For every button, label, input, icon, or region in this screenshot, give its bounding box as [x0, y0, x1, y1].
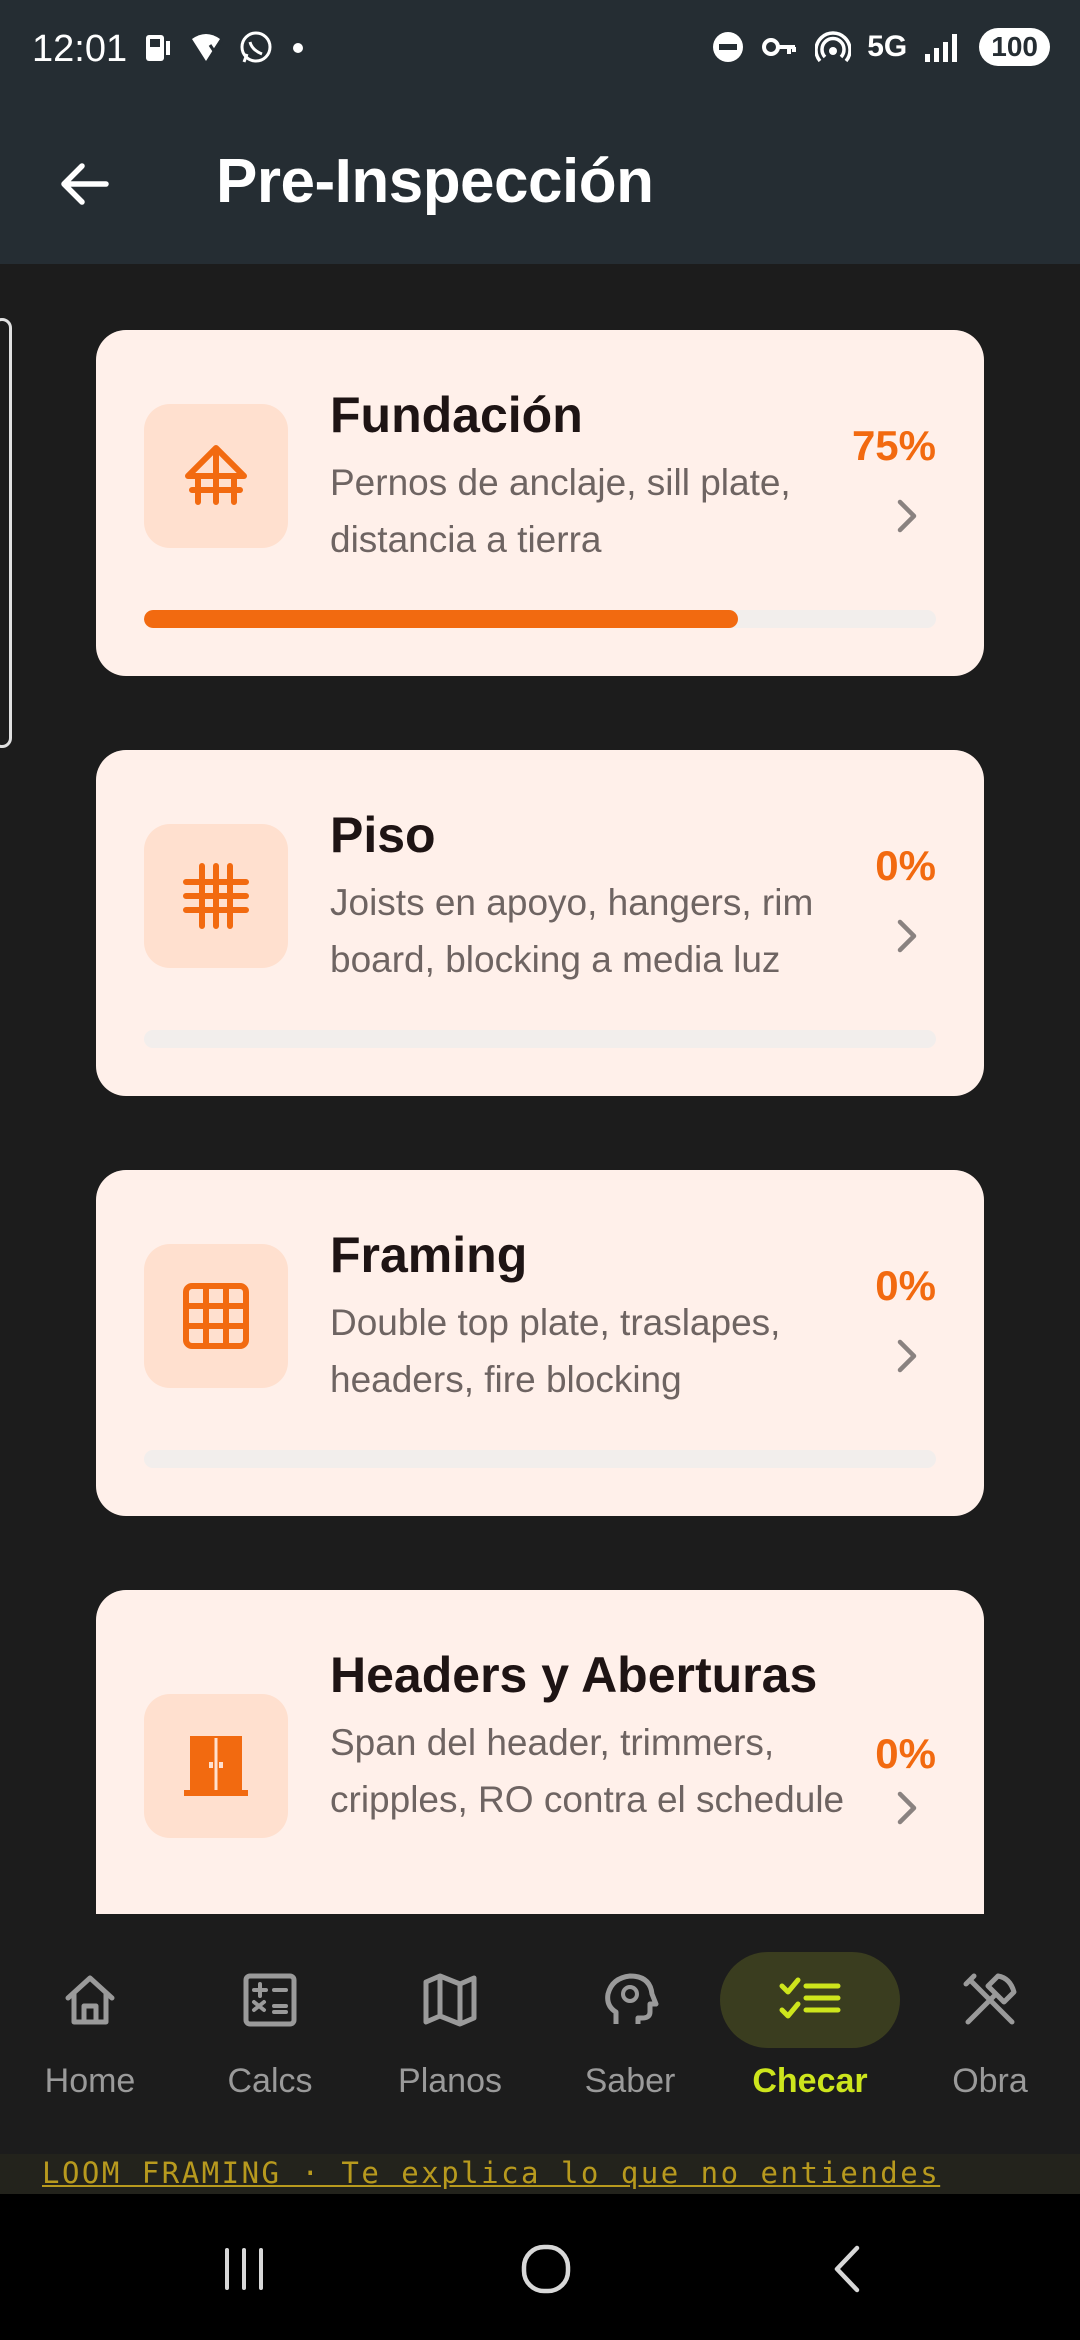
- card-description: Double top plate, traslapes, headers, fi…: [330, 1302, 781, 1400]
- nav-item-obra[interactable]: Obra: [900, 1952, 1080, 2122]
- card-description: Joists en apoyo, hangers, rim board, blo…: [330, 882, 814, 980]
- dot-icon: [293, 43, 303, 53]
- card-title: Piso: [330, 807, 436, 863]
- system-nav-bar: [0, 2194, 1080, 2340]
- whatsapp-icon: [240, 31, 272, 63]
- status-left-icons: [140, 30, 308, 66]
- nav-item-checar[interactable]: Checar: [720, 1952, 900, 2122]
- card-icon-box: [144, 1244, 288, 1388]
- nav-label: Home: [44, 2062, 136, 2100]
- card-icon-box: [144, 824, 288, 968]
- card-title: Headers y Aberturas: [330, 1647, 818, 1703]
- edge-panel-handle[interactable]: [0, 318, 12, 748]
- home-circle-icon: [521, 2244, 571, 2294]
- vpn-key-icon: [762, 38, 797, 56]
- nav-item-home[interactable]: Home: [0, 1952, 180, 2122]
- back-button[interactable]: [44, 144, 124, 224]
- status-right-icons: 5G 100: [711, 28, 1050, 66]
- progress-track: [144, 610, 936, 628]
- brain-icon: [605, 1973, 659, 2024]
- nav-item-planos[interactable]: Planos: [360, 1952, 540, 2122]
- card-percent: 75%: [851, 422, 936, 469]
- nav-label: Saber: [584, 2062, 676, 2100]
- home-system-button[interactable]: [506, 2234, 586, 2304]
- battery-indicator: 100: [979, 28, 1050, 66]
- progress-track: [144, 1030, 936, 1048]
- status-bar: 12:01 5G 100: [0, 0, 1080, 100]
- nav-label: Checar: [752, 2062, 868, 2100]
- network-label: 5G: [867, 30, 908, 63]
- nav-icon-wrap: [30, 1952, 150, 2048]
- inspection-card-framing[interactable]: Framing Double top plate, traslapes, hea…: [96, 1170, 984, 1516]
- dnd-icon: [713, 32, 744, 62]
- inspection-card-headers[interactable]: Headers y Aberturas Span del header, tri…: [96, 1590, 984, 1914]
- card-percent: 0%: [875, 1730, 936, 1777]
- tools-icon: [963, 1973, 1017, 2025]
- floor-grid-icon: [183, 863, 249, 929]
- back-system-button[interactable]: [808, 2234, 888, 2304]
- page-title: Pre-Inspección: [216, 147, 654, 216]
- home-icon: [65, 1975, 115, 2025]
- nav-item-calcs[interactable]: Calcs: [180, 1952, 360, 2122]
- marquee-text: LOOM FRAMING · Te explica lo que no enti…: [42, 2156, 941, 2190]
- nav-icon-wrap: [390, 1952, 510, 2048]
- hotspot-icon: [815, 31, 852, 63]
- nav-label: Calcs: [227, 2062, 313, 2100]
- card-title: Framing: [330, 1227, 528, 1283]
- nav-icon-wrap: [930, 1952, 1050, 2048]
- map-icon: [423, 1973, 477, 2027]
- nav-label: Obra: [952, 2062, 1028, 2100]
- foundation-icon: [185, 445, 247, 505]
- nav-label: Planos: [398, 2062, 502, 2100]
- door-icon: [184, 1736, 248, 1796]
- sim-icon: [146, 35, 170, 61]
- bottom-nav: Home Calcs Planos Saber Checar Obra: [0, 1914, 1080, 2154]
- marquee-banner[interactable]: LOOM FRAMING · Te explica lo que no enti…: [0, 2154, 1080, 2194]
- card-description: Span del header, trimmers, cripples, RO …: [330, 1722, 845, 1820]
- app-bar: Pre-Inspección: [0, 100, 1080, 264]
- status-time: 12:01: [32, 28, 128, 70]
- nav-icon-wrap: [210, 1952, 330, 2048]
- card-percent: 0%: [875, 842, 936, 889]
- checklist-icon: [779, 1977, 841, 2019]
- calculator-icon: [243, 1973, 297, 2027]
- chevron-right-icon: [897, 919, 917, 953]
- card-description: Pernos de anclaje, sill plate, distancia…: [330, 462, 791, 560]
- chevron-right-icon: [897, 499, 917, 533]
- inspection-card-piso[interactable]: Piso Joists en apoyo, hangers, rim board…: [96, 750, 984, 1096]
- card-icon-box: [144, 1694, 288, 1838]
- card-title: Fundación: [330, 387, 583, 443]
- card-percent: 0%: [875, 1262, 936, 1309]
- nav-icon-wrap: [570, 1952, 690, 2048]
- recent-apps-button[interactable]: [204, 2234, 284, 2304]
- nav-item-saber[interactable]: Saber: [540, 1952, 720, 2122]
- recent-apps-icon: [225, 2248, 263, 2290]
- framing-grid-icon: [183, 1283, 249, 1349]
- chevron-right-icon: [897, 1791, 917, 1825]
- inspection-list[interactable]: Fundación Pernos de anclaje, sill plate,…: [0, 264, 1080, 1914]
- inspection-card-fundacion[interactable]: Fundación Pernos de anclaje, sill plate,…: [96, 330, 984, 676]
- progress-fill: [144, 610, 738, 628]
- signal-icon: [925, 34, 958, 62]
- progress-track: [144, 1450, 936, 1468]
- wifi-calling-icon: [192, 34, 224, 61]
- card-icon-box: [144, 404, 288, 548]
- arrow-left-icon: [61, 163, 109, 205]
- chevron-right-icon: [897, 1339, 917, 1373]
- back-chevron-icon: [834, 2245, 860, 2293]
- nav-icon-wrap: [720, 1952, 900, 2048]
